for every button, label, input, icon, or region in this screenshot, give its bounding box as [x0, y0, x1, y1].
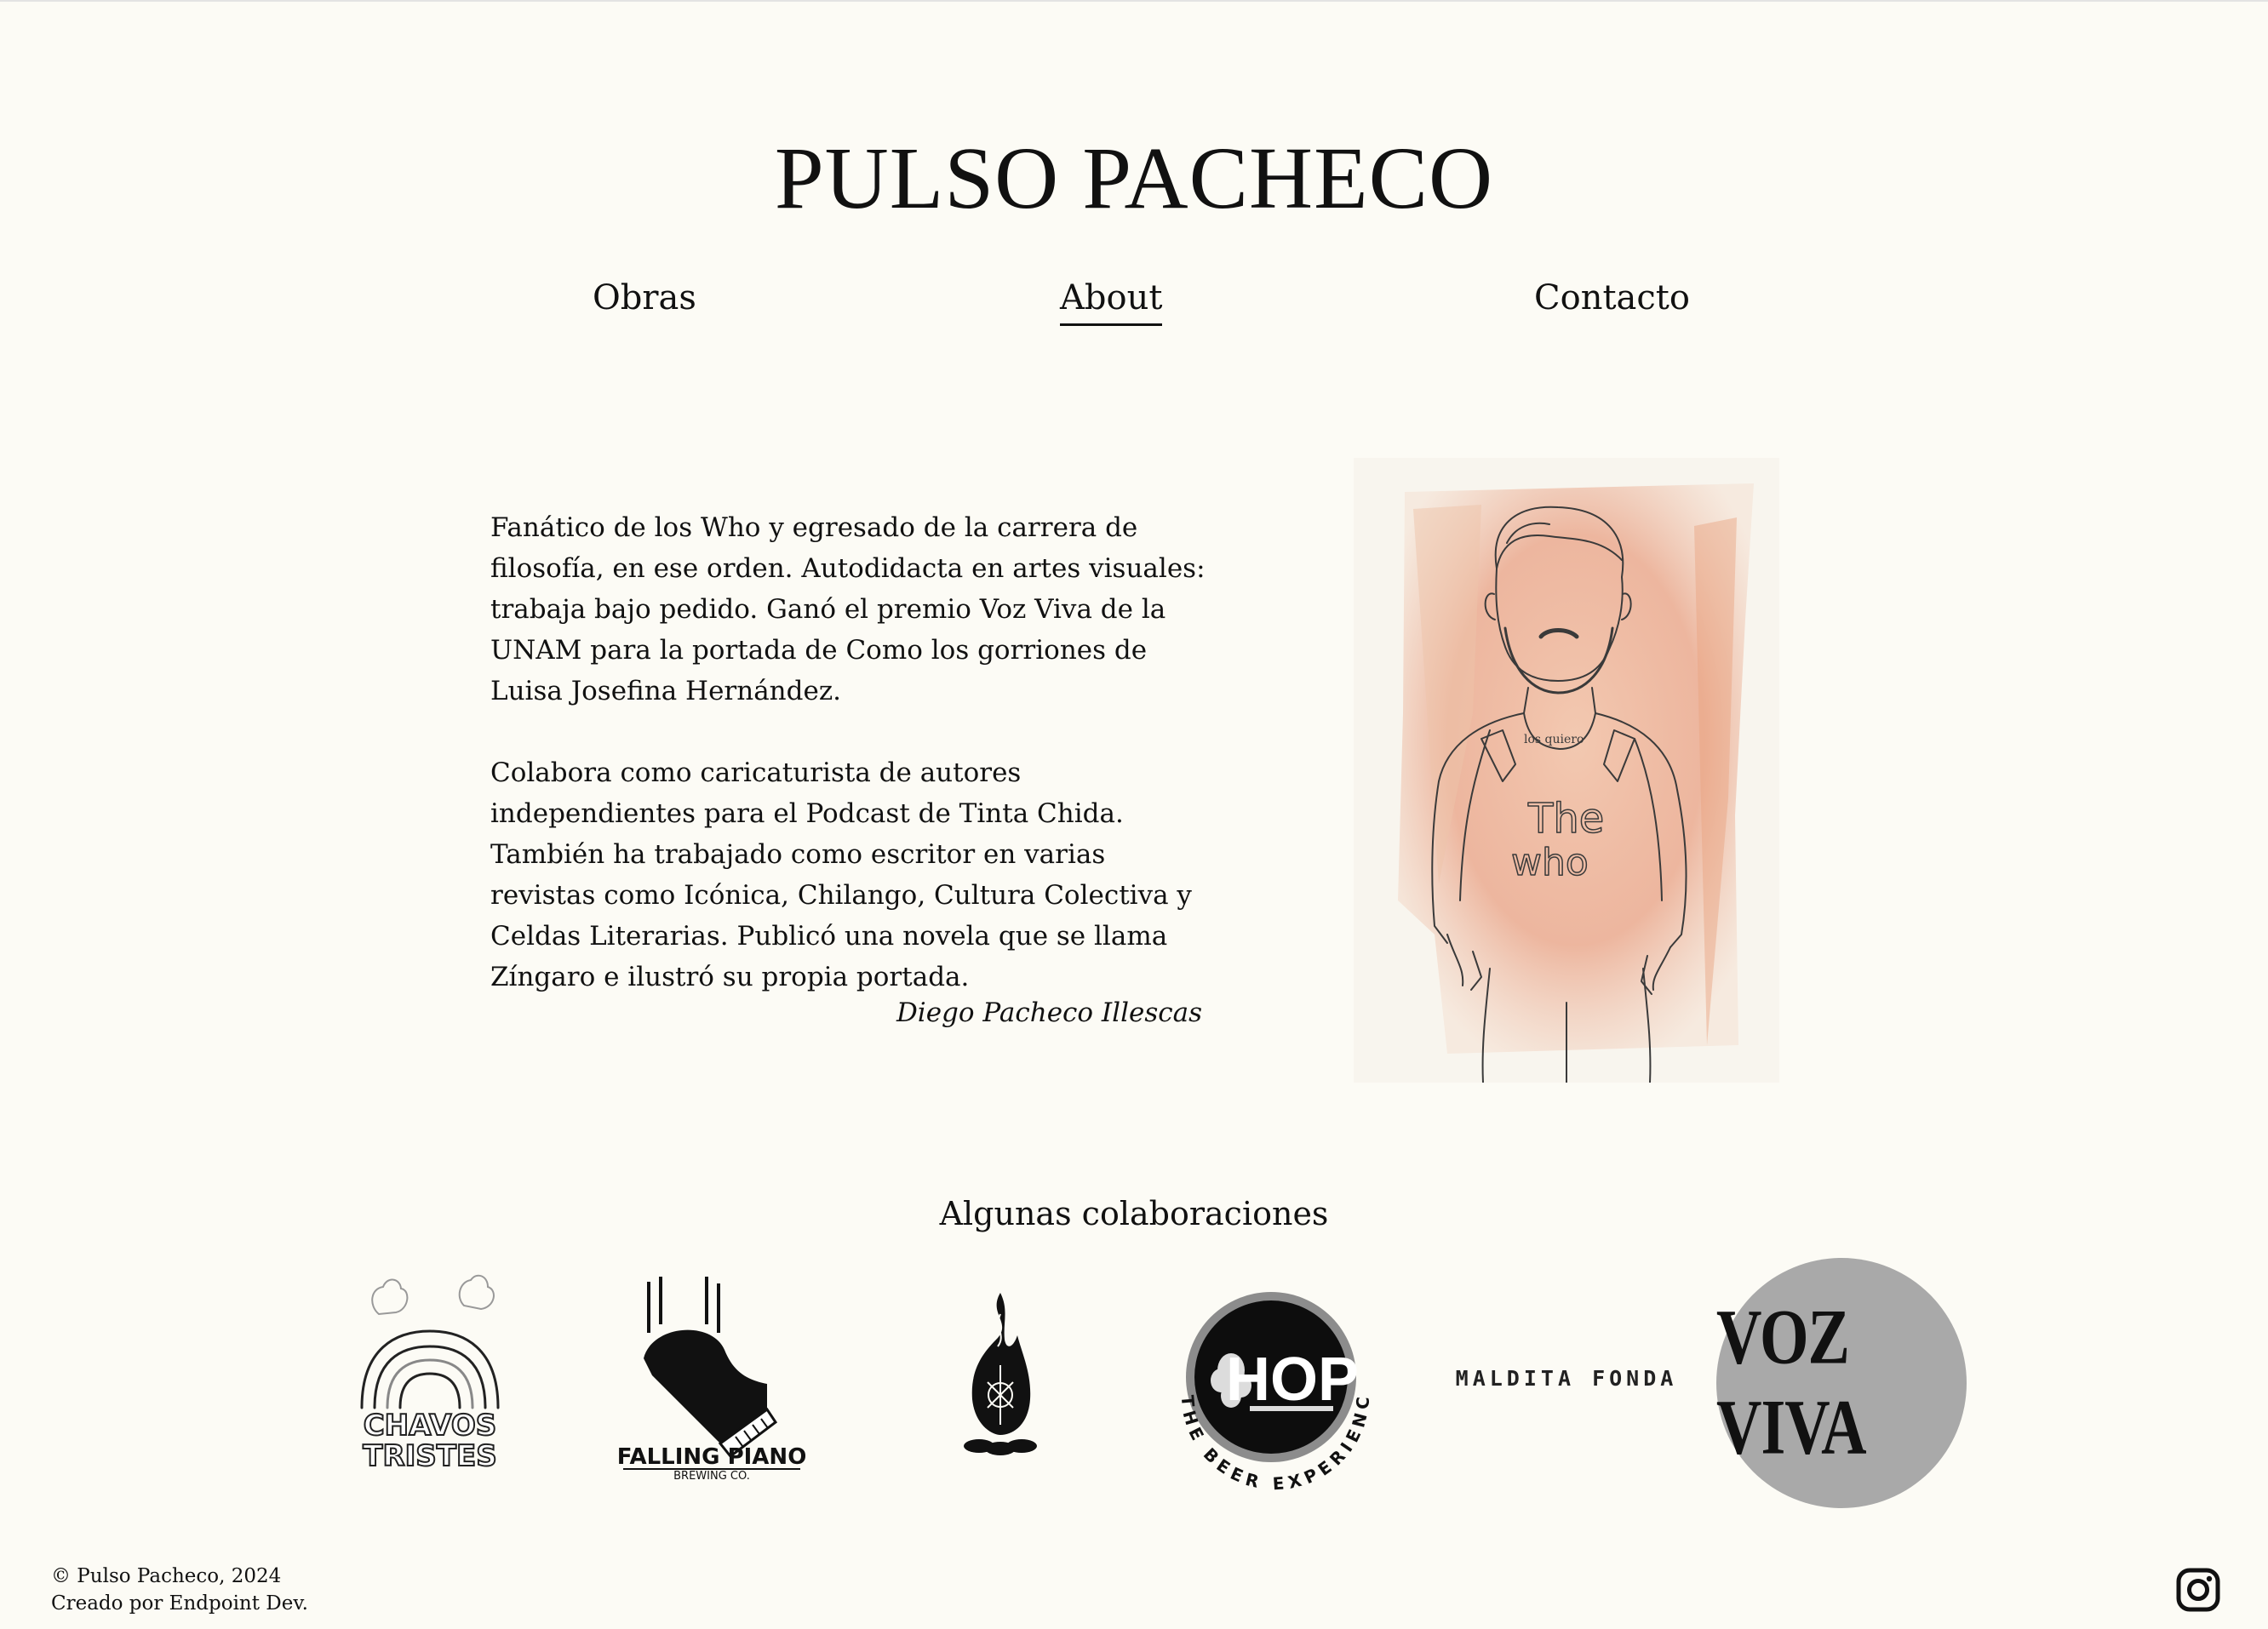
author-portrait: The who los quiero — [1354, 458, 1779, 1083]
shirt-text-who: who — [1511, 841, 1589, 884]
footer-credit[interactable]: Creado por Endpoint Dev. — [51, 1590, 308, 1617]
logo-voz-viva[interactable]: VOZ VIVA — [1716, 1258, 1967, 1508]
nav-obras[interactable]: Obras — [593, 274, 696, 322]
author-signature: Diego Pacheco Illescas — [896, 997, 1202, 1028]
bio-paragraph: Colabora como caricaturista de autores i… — [490, 757, 1192, 992]
falling-piano-icon: FALLING PIANO BREWING CO. — [617, 1277, 806, 1483]
site-title[interactable]: PULSO PACHECO — [0, 128, 2268, 230]
nav-about[interactable]: About — [1060, 274, 1163, 326]
nav-about-label: About — [1060, 278, 1163, 317]
campfire-icon — [964, 1293, 1037, 1455]
hop-icon: HOP THE BEER EXPERIENCE — [1156, 1260, 1368, 1494]
footer-copyright: © Pulso Pacheco, 2024 — [51, 1565, 282, 1587]
piano-line1: FALLING PIANO — [618, 1444, 805, 1470]
logo-campfire[interactable] — [954, 1289, 1047, 1459]
chavos-line2: TRISTES — [363, 1439, 496, 1473]
about-bio: Fanático de los Who y egresado de la car… — [490, 507, 1206, 1038]
top-border — [0, 0, 2268, 2]
chavos-tristes-icon: CHAVOS TRISTES — [360, 1274, 500, 1474]
shirt-text-the: The — [1527, 795, 1604, 843]
active-underline — [1060, 323, 1163, 326]
chavos-line1: CHAVOS — [364, 1409, 497, 1443]
nav-contacto[interactable]: Contacto — [1534, 274, 1690, 322]
logo-hop-beer-experience[interactable]: HOP THE BEER EXPERIENCE — [1156, 1260, 1386, 1498]
collaborations-title: Algunas colaboraciones — [939, 1195, 1329, 1232]
logo-maldita-fonda[interactable]: MALDITA FONDA — [1439, 1362, 1694, 1396]
hop-center-text: HOP — [1226, 1346, 1359, 1414]
instagram-icon — [2176, 1568, 2220, 1612]
vozviva-text: VOZ VIVA — [1716, 1294, 1867, 1472]
bio-paragraph: Fanático de los Who y egresado de la car… — [490, 512, 1206, 706]
portrait-illustration-icon: The who los quiero — [1354, 458, 1779, 1083]
site-footer: © Pulso Pacheco, 2024 Creado por Endpoin… — [51, 1563, 308, 1617]
piano-line2: BREWING CO. — [673, 1470, 750, 1481]
logo-falling-piano[interactable]: FALLING PIANO BREWING CO. — [617, 1273, 806, 1483]
collar-text: los quiero — [1524, 733, 1584, 746]
logo-chavos-tristes[interactable]: CHAVOS TRISTES — [345, 1272, 515, 1476]
instagram-link[interactable] — [2176, 1568, 2220, 1612]
